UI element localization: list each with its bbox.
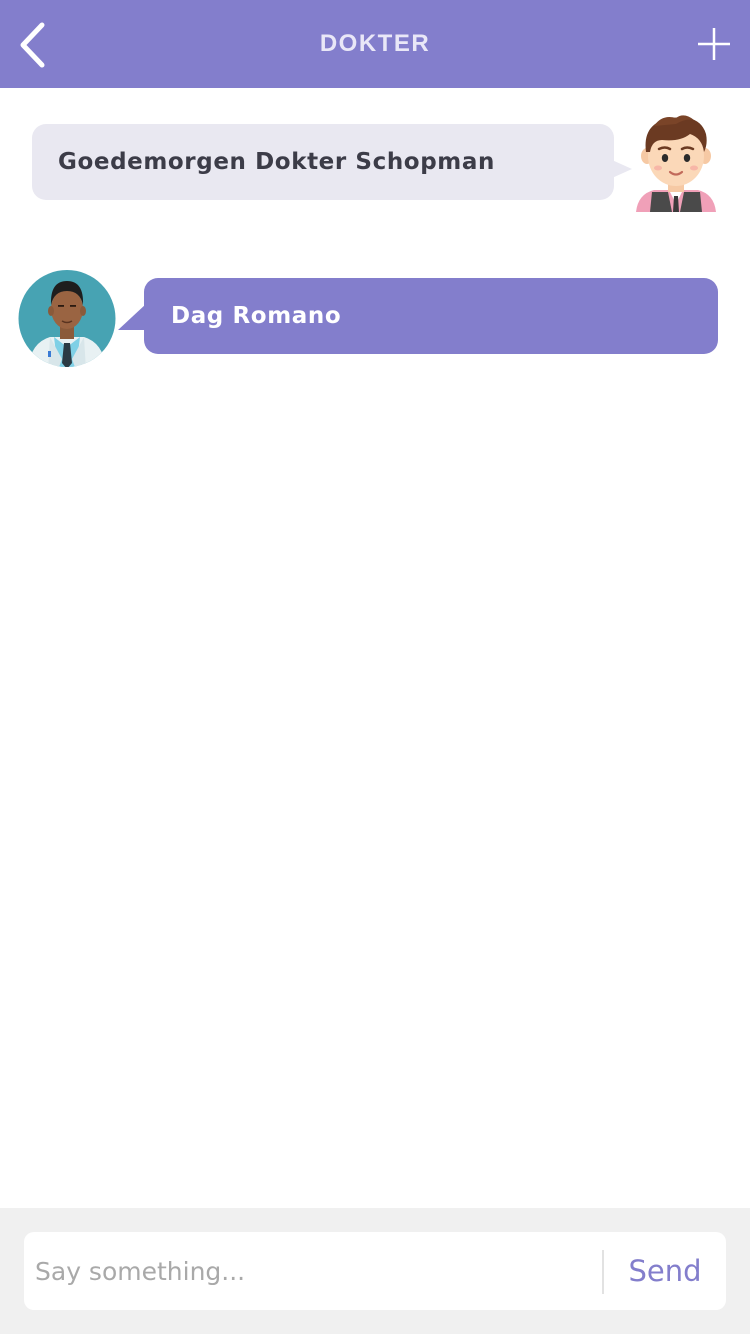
doctor-avatar-icon bbox=[18, 270, 116, 367]
page-title: DOKTER bbox=[319, 30, 431, 57]
composer-bar: Send bbox=[0, 1208, 750, 1334]
message-input[interactable] bbox=[24, 1232, 602, 1310]
outgoing-message-bubble: Goedemorgen Dokter Schopman bbox=[32, 124, 632, 200]
message-text: Dag Romano bbox=[171, 303, 342, 329]
boy-avatar-icon bbox=[636, 115, 716, 212]
chevron-left-icon bbox=[20, 22, 45, 68]
app-header: DOKTER bbox=[0, 0, 750, 88]
plus-icon bbox=[698, 28, 730, 60]
chat-area[interactable]: Goedemorgen Dokter Schopman Dag Romano bbox=[0, 88, 750, 1208]
send-button[interactable]: Send bbox=[604, 1232, 726, 1310]
incoming-message-bubble: Dag Romano bbox=[118, 278, 718, 354]
composer-box: Send bbox=[24, 1232, 726, 1310]
message-text: Goedemorgen Dokter Schopman bbox=[58, 149, 495, 175]
add-button[interactable] bbox=[690, 20, 738, 68]
back-button[interactable] bbox=[8, 18, 56, 72]
